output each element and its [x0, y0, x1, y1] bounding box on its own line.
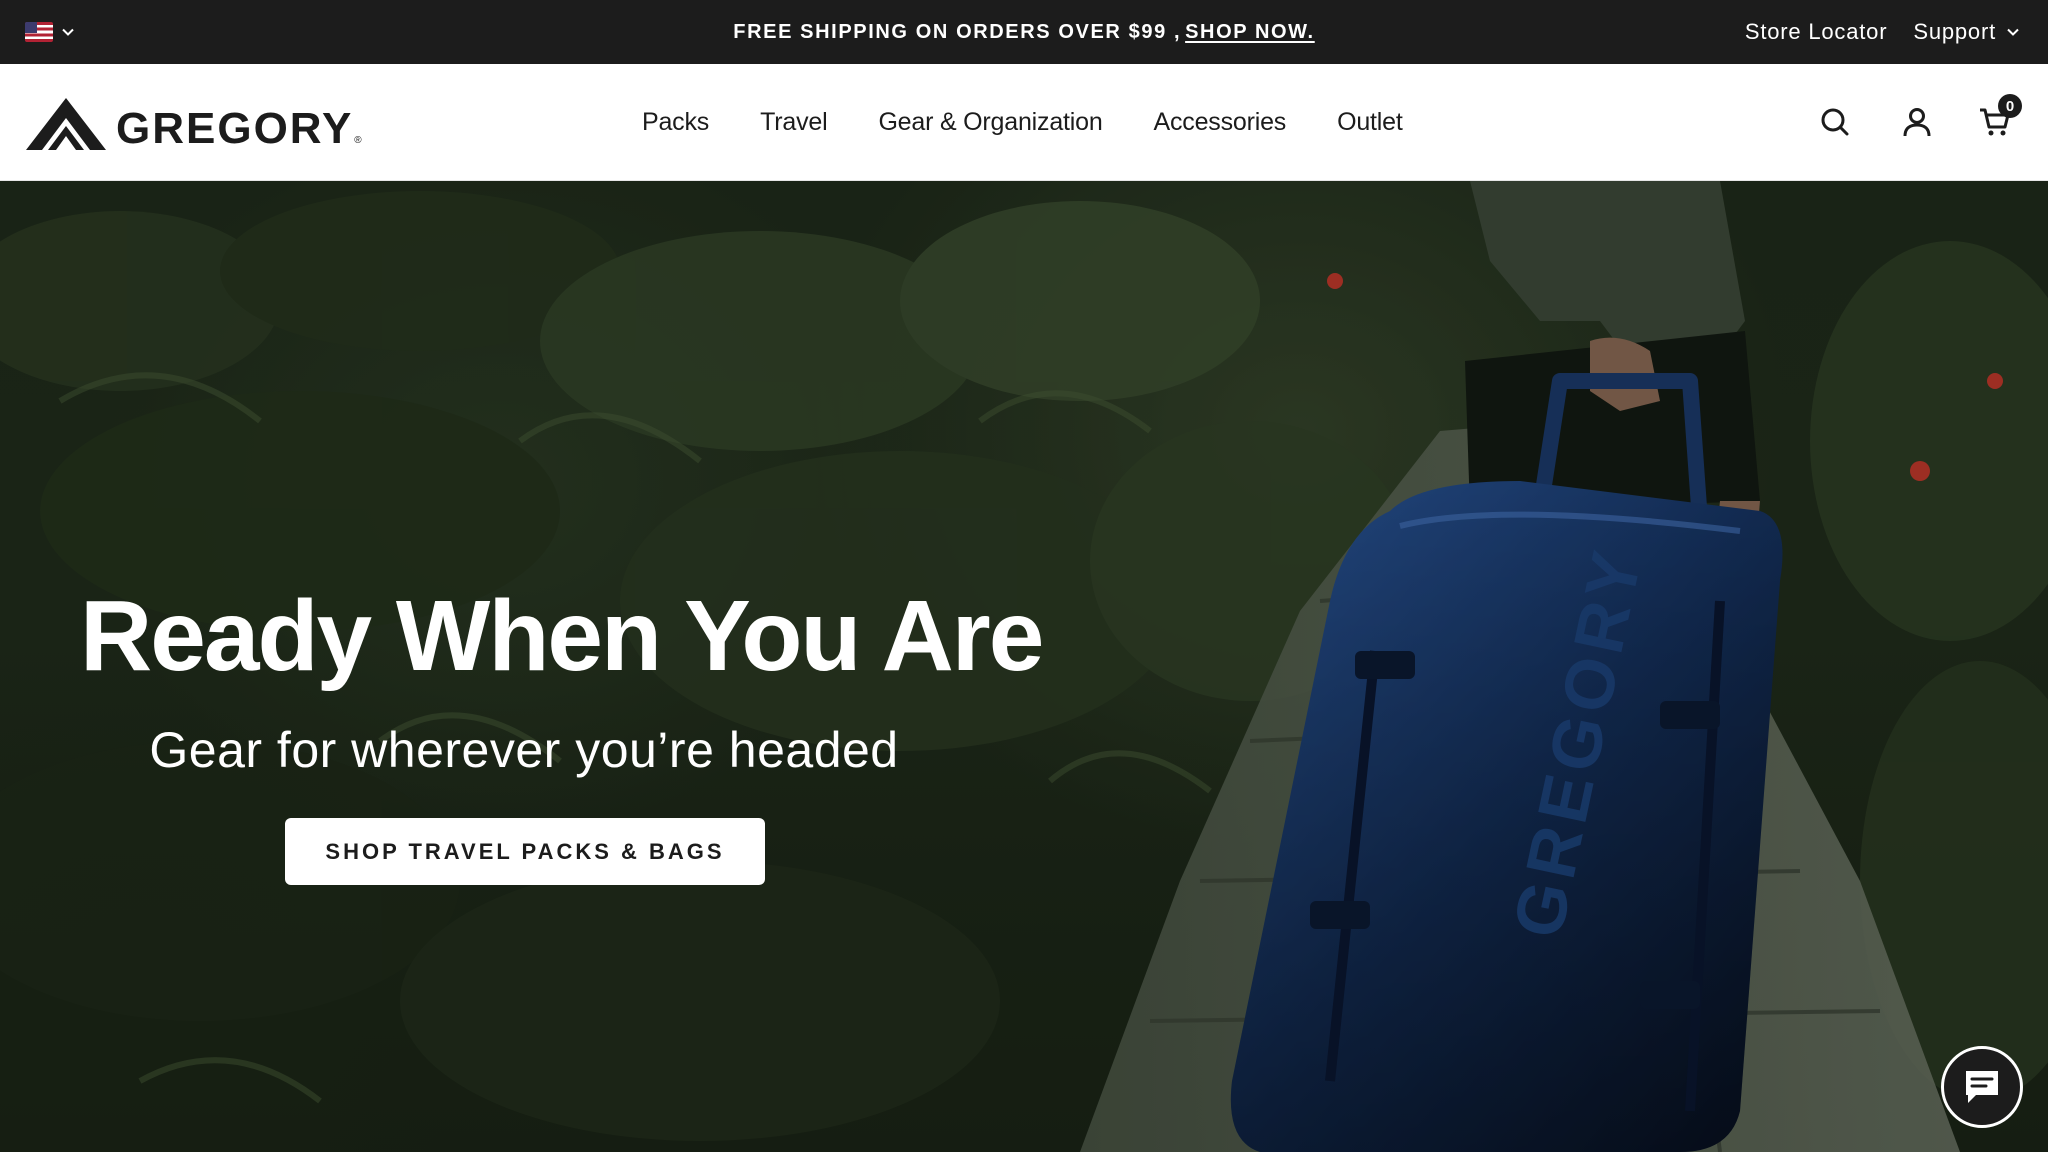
support-label: Support [1913, 19, 1996, 44]
chevron-down-icon [62, 28, 74, 36]
promo-message: FREE SHIPPING ON ORDERS OVER $99 , SHOP … [0, 0, 2048, 64]
hero-title: Ready When You Are [80, 580, 1044, 692]
mountain-logo-icon [26, 98, 106, 150]
cart-count-badge: 0 [1998, 94, 2022, 118]
search-icon [1821, 108, 1849, 136]
utility-links: Store Locator Support [1745, 0, 2020, 64]
registered-mark: ® [354, 135, 362, 146]
search-button[interactable] [1387, 105, 1421, 139]
us-flag-icon [25, 22, 53, 42]
announcement-bar: FREE SHIPPING ON ORDERS OVER $99 , SHOP … [0, 0, 2048, 64]
chat-icon [1966, 1071, 1998, 1103]
chevron-down-icon [2007, 28, 2019, 36]
logo-wordmark: GREGORY [116, 104, 354, 153]
nav-accessories[interactable]: Accessories [1154, 108, 1287, 137]
gregory-logo[interactable]: GREGORY ® [26, 94, 362, 153]
live-chat-button[interactable] [1941, 1046, 2023, 1128]
support-menu[interactable]: Support [1913, 19, 2020, 45]
search-button[interactable] [1818, 105, 1852, 139]
locale-selector[interactable] [25, 20, 75, 44]
shop-travel-packs-button[interactable]: SHOP TRAVEL PACKS & BAGS [285, 818, 765, 885]
shop-now-link[interactable]: SHOP NOW. [1185, 21, 1315, 44]
user-icon [1903, 108, 1931, 137]
site-header: GREGORY ® Packs Travel Gear & Organizati… [0, 64, 2048, 181]
main-nav: Packs Travel Gear & Organization Accesso… [642, 64, 1403, 181]
cart-button[interactable]: 0 [1978, 94, 2022, 139]
promo-text: FREE SHIPPING ON ORDERS OVER $99 , [733, 20, 1182, 43]
hero-banner: GREGORY Ready When You Are Gear for wher… [0, 181, 2048, 1152]
account-button[interactable] [1900, 105, 1934, 139]
store-locator-link[interactable]: Store Locator [1745, 19, 1887, 45]
hero-subtitle: Gear for wherever you’re headed [149, 722, 899, 778]
nav-gear-organization[interactable]: Gear & Organization [878, 108, 1102, 137]
nav-travel[interactable]: Travel [760, 108, 828, 137]
nav-packs[interactable]: Packs [642, 108, 709, 137]
